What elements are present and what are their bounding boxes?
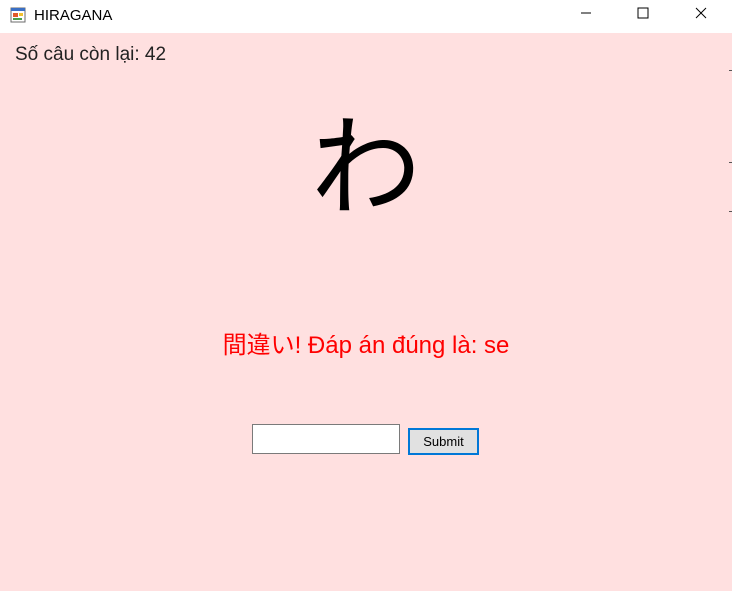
minimize-button[interactable] — [563, 0, 609, 30]
maximize-button[interactable] — [620, 0, 666, 30]
close-button[interactable] — [678, 0, 724, 30]
submit-button[interactable]: Submit — [408, 428, 479, 455]
hiragana-character: わ — [311, 104, 421, 232]
window-title: HIRAGANA — [34, 7, 113, 24]
feedback-message: 間違い! Đáp án đúng là: se — [222, 332, 510, 359]
remaining-questions-label: Số câu còn lại: 42 — [15, 44, 167, 65]
title-bar: HIRAGANA — [0, 0, 732, 33]
minimize-icon — [580, 6, 592, 24]
maximize-icon — [637, 6, 649, 24]
close-icon — [695, 6, 707, 24]
client-area: Số câu còn lại: 42 わ 間違い! Đáp án đúng là… — [0, 33, 732, 591]
app-window-icon — [10, 7, 26, 23]
hiragana-window: HIRAGANA Số câu còn lại: 42 わ 間違い! Đáp á… — [0, 0, 732, 591]
answer-input[interactable] — [252, 424, 400, 454]
